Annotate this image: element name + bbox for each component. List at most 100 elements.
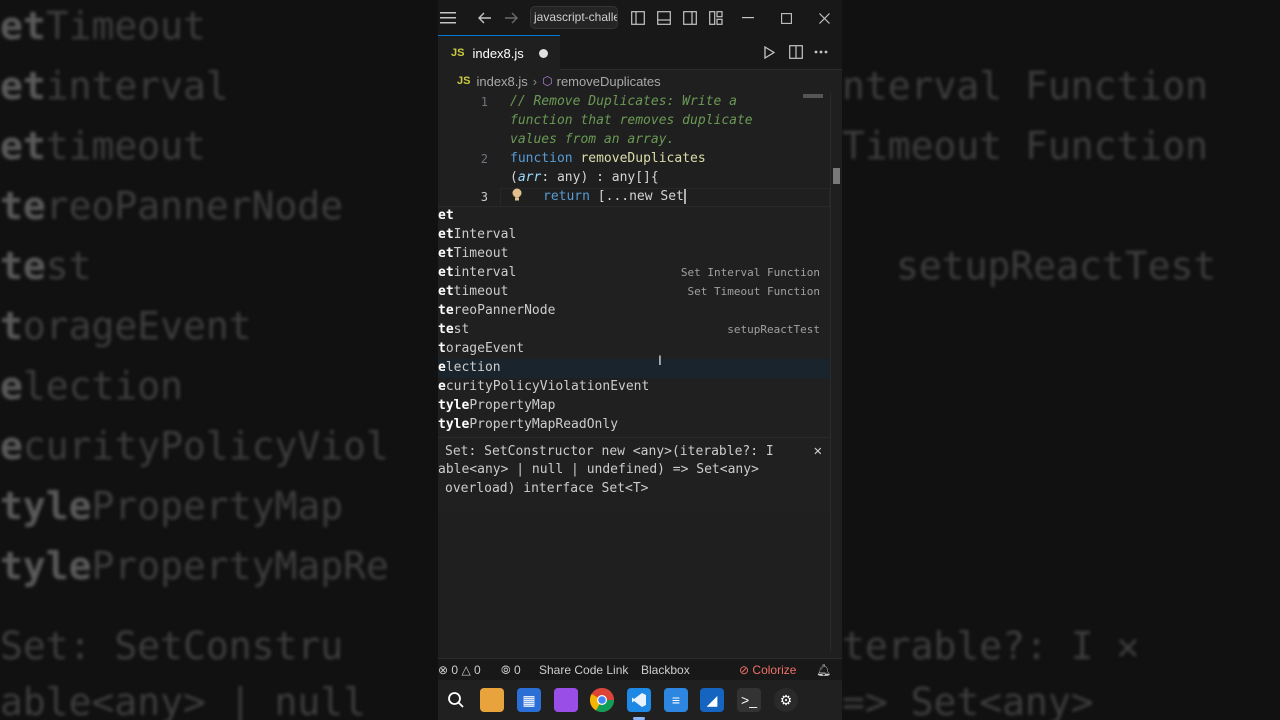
code-parameters: (arr: any) : any[]{ [510, 170, 659, 185]
customize-layout-icon[interactable] [706, 8, 726, 28]
backdrop-line: able<any> | null [0, 680, 367, 720]
suggestion-detail: setupReactTest [727, 323, 820, 336]
notifications-bell-icon[interactable]: 🔔︎ [816, 663, 831, 677]
breadcrumb-file[interactable]: index8.js [476, 74, 527, 89]
suggestion-item[interactable]: etInterval [438, 226, 830, 245]
suggestion-detail: Set Interval Function [680, 266, 820, 279]
minimap-indicator [803, 94, 823, 98]
notepad-icon[interactable]: ≡ [664, 688, 688, 712]
suggestion-item[interactable]: tereoPannerNode [438, 302, 830, 321]
ports-status[interactable]: ⦾ 0 [501, 663, 521, 678]
error-icon: ⊗ [438, 663, 449, 677]
right-blurred-backdrop: nterval Function Timeout Function setupR… [842, 0, 1280, 720]
chrome-icon[interactable] [590, 688, 614, 712]
editor-scrollbar[interactable] [803, 92, 842, 652]
suggestion-item[interactable]: tylePropertyMap [438, 397, 830, 416]
suggestion-item-selected[interactable]: election [438, 359, 830, 378]
backdrop-line: etinterval [0, 64, 229, 108]
command-center-search[interactable]: javascript-challe [530, 6, 618, 29]
backdrop-line: torageEvent [0, 304, 252, 348]
left-blurred-backdrop: etTimeout etinterval ettimeout tereoPann… [0, 0, 438, 720]
chevron-right-icon: › [532, 73, 538, 89]
backdrop-line: etTimeout [0, 4, 206, 48]
terminal-icon[interactable]: >_ [737, 688, 761, 712]
store-icon[interactable]: ▦ [517, 688, 541, 712]
vscode-icon[interactable] [627, 688, 651, 712]
backdrop-line: terable?: I ✕ [842, 624, 1140, 668]
tab-bar: JS index8.js [438, 35, 842, 70]
javascript-file-icon: JS [451, 47, 465, 59]
backdrop-line: tylePropertyMap [0, 484, 344, 528]
clipchamp-icon[interactable] [554, 688, 578, 712]
toggle-primary-sidebar-icon[interactable] [628, 8, 648, 28]
tab-index8-js[interactable]: JS index8.js [438, 35, 560, 70]
code-return-statement: return [...new Set [543, 189, 686, 204]
mouse-ibeam-cursor: I [658, 352, 662, 368]
blackbox-status[interactable]: Blackbox [641, 663, 690, 677]
code-comment: values from an array. [510, 132, 675, 147]
suggestion-item[interactable]: etinterval Set Interval Function [438, 264, 830, 283]
suggestion-item[interactable]: ecurityPolicyViolationEvent [438, 378, 830, 397]
suggestion-item[interactable]: ettimeout Set Timeout Function [438, 283, 830, 302]
tab-filename: index8.js [472, 45, 524, 61]
prohibited-icon: ⊘ [739, 663, 750, 677]
backdrop-line: ecurityPolicyViol [0, 424, 389, 468]
close-window-icon[interactable] [814, 8, 834, 28]
settings-icon[interactable]: ⚙ [774, 688, 798, 712]
backdrop-line: election [0, 364, 184, 408]
vscode-window: javascript-challe JS index8.js JS index8… [438, 0, 842, 720]
close-icon[interactable]: ✕ [814, 443, 822, 459]
maximize-icon[interactable] [776, 8, 796, 28]
more-actions-icon[interactable] [811, 42, 831, 62]
doc-line: able<any> | null | undefined) => Set<any… [438, 462, 759, 477]
share-code-link[interactable]: Share Code Link [539, 663, 628, 677]
title-bar: javascript-challe [438, 0, 842, 35]
suggestion-item[interactable]: et [438, 207, 830, 226]
hamburger-menu-icon[interactable] [438, 8, 458, 28]
run-icon[interactable] [759, 42, 779, 62]
function-symbol-icon: ⬡ [542, 74, 553, 88]
arrow-right-icon[interactable] [501, 8, 521, 28]
backdrop-line: tylePropertyMapRe [0, 544, 389, 588]
line-number: 3 [480, 190, 488, 204]
file-explorer-icon[interactable] [480, 688, 504, 712]
text-cursor [683, 189, 686, 204]
backdrop-line: ettimeout [0, 124, 206, 168]
problems-status[interactable]: ⊗ 0 △ 0 [438, 663, 481, 677]
code-comment: function that removes duplicate [510, 113, 753, 128]
arrow-left-icon[interactable] [475, 8, 495, 28]
split-editor-icon[interactable] [786, 42, 806, 62]
javascript-file-icon: JS [457, 75, 471, 87]
suggestion-item[interactable]: torageEvent [438, 340, 830, 359]
breadcrumb-symbol[interactable]: removeDuplicates [557, 74, 661, 89]
windows-taskbar: ▦ ≡ ◢ >_ ⚙ [438, 680, 842, 720]
warning-icon: △ [461, 663, 471, 677]
minimize-icon[interactable] [738, 8, 758, 28]
scrollbar-thumb[interactable] [833, 168, 840, 184]
code-comment: // Remove Duplicates: Write a [510, 94, 737, 109]
suggestion-item[interactable]: tylePropertyMapReadOnly [438, 416, 830, 435]
suggestion-item[interactable]: test setupReactTest [438, 321, 830, 340]
backdrop-line: nterval Function [842, 64, 1209, 108]
line-number: 1 [480, 95, 488, 109]
backdrop-line: test [0, 244, 92, 288]
colorize-status[interactable]: ⊘ Colorize [739, 663, 796, 677]
doc-line: overload) interface Set<T> [445, 481, 649, 496]
suggestion-item[interactable]: etTimeout [438, 245, 830, 264]
suggestion-detail: Set Timeout Function [687, 285, 820, 298]
search-icon[interactable] [444, 688, 468, 712]
suggestion-documentation: Set: SetConstructor new <any>(iterable?:… [438, 437, 830, 513]
code-editor[interactable]: 1 // Remove Duplicates: Write a function… [438, 92, 830, 652]
line-number: 2 [480, 152, 488, 166]
lightbulb-icon[interactable] [511, 188, 523, 206]
paint-icon[interactable]: ◢ [700, 688, 724, 712]
suggest-widget: et etInterval etTimeout etinterval Set In… [438, 206, 830, 512]
toggle-panel-icon[interactable] [654, 8, 674, 28]
backdrop-line: => Set<any> [842, 680, 1094, 720]
code-function-declaration: function removeDuplicates [510, 151, 706, 166]
toggle-secondary-sidebar-icon[interactable] [680, 8, 700, 28]
breadcrumb: JS index8.js › ⬡ removeDuplicates [438, 70, 842, 92]
unsaved-dot-icon[interactable] [539, 49, 548, 58]
doc-line: Set: SetConstructor new <any>(iterable?:… [445, 444, 774, 459]
backdrop-line: Set: SetConstru [0, 624, 344, 668]
